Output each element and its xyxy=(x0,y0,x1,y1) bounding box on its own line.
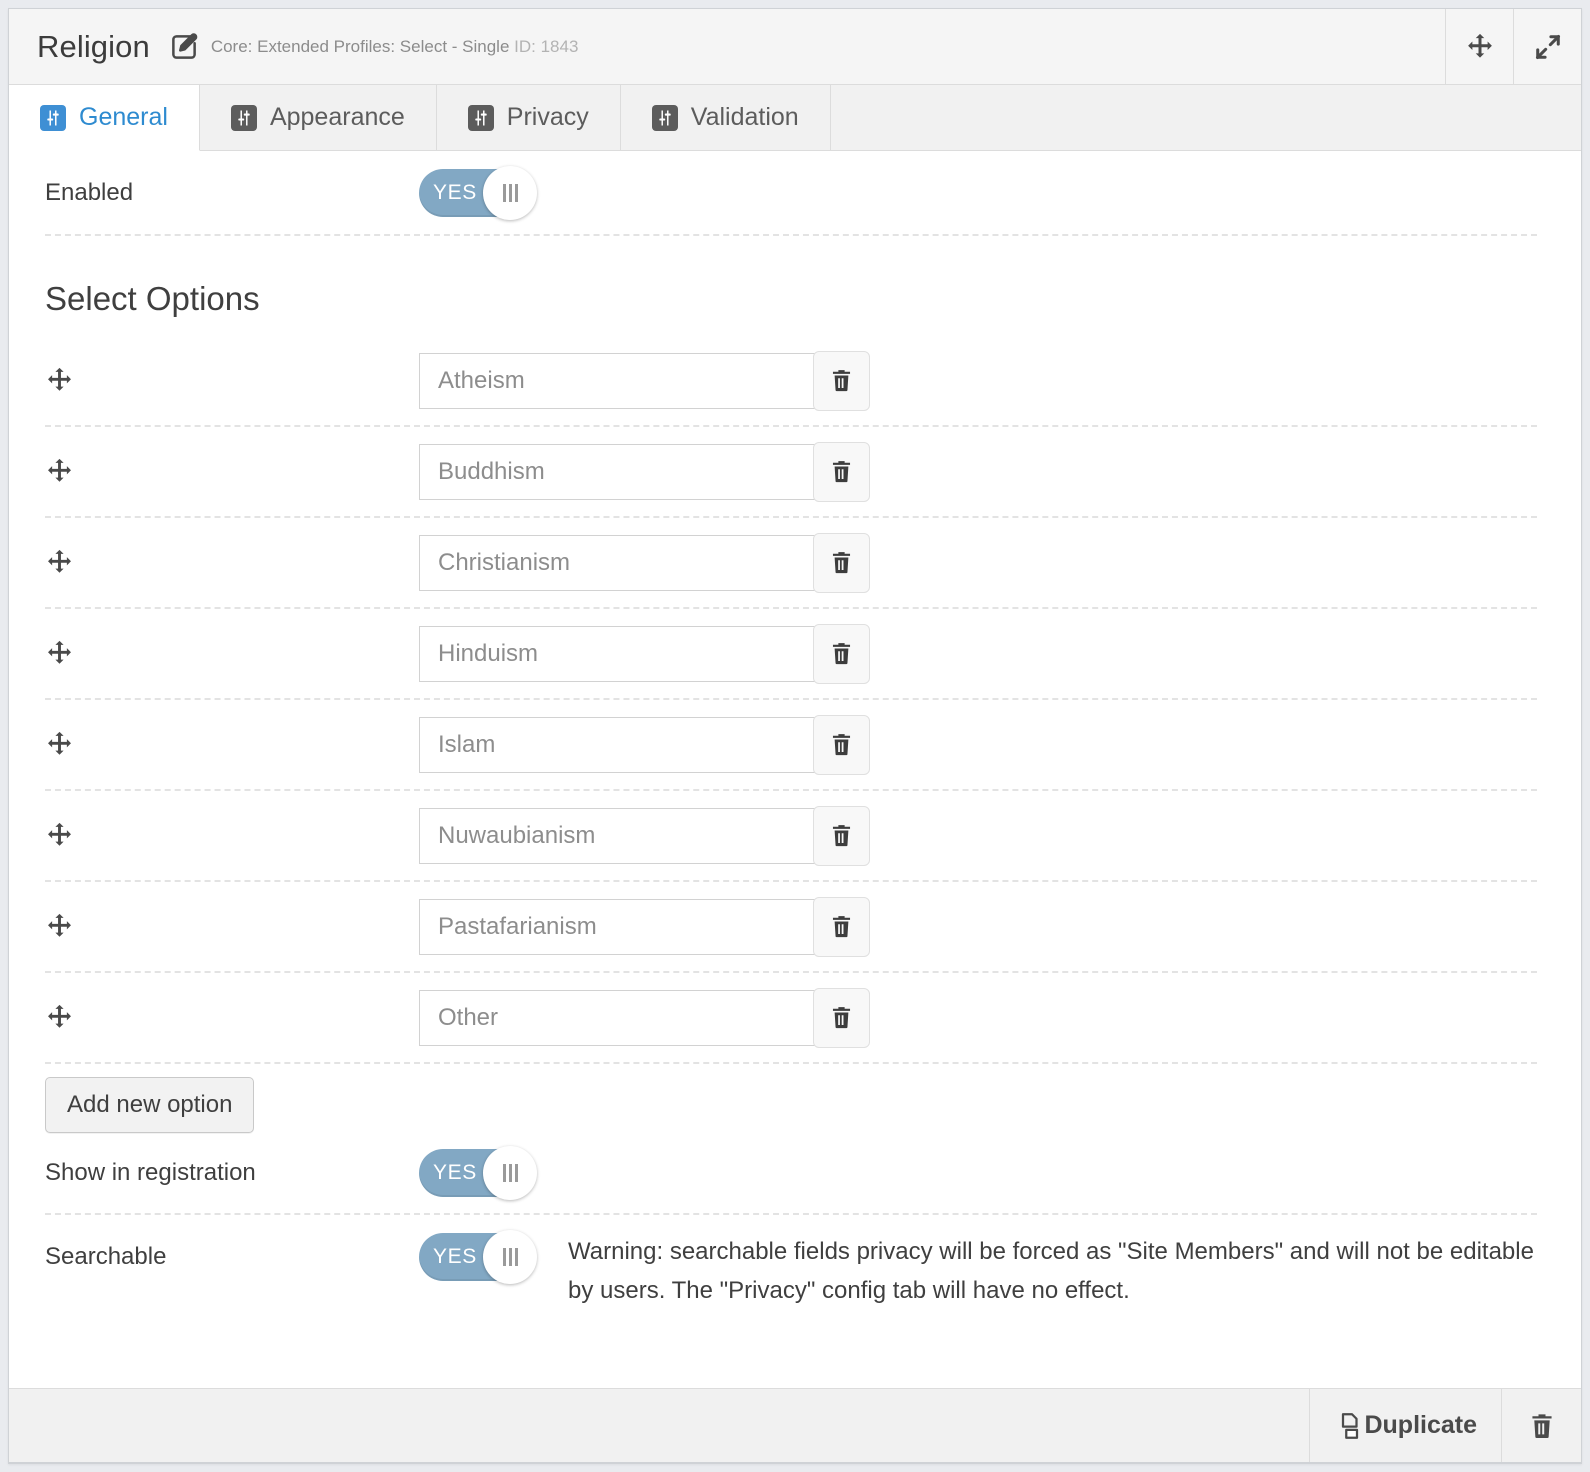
searchable-label: Searchable xyxy=(45,1243,167,1270)
tab-appearance-label: Appearance xyxy=(269,103,405,131)
toggle-knob xyxy=(483,165,537,220)
trash-icon xyxy=(1528,1412,1556,1440)
trash-icon[interactable] xyxy=(813,623,870,684)
select-options-list xyxy=(9,336,1581,1064)
option-input-group xyxy=(419,623,870,684)
option-input-group xyxy=(419,441,870,502)
duplicate-button[interactable]: Duplicate xyxy=(1309,1389,1501,1462)
option-row xyxy=(9,336,1581,425)
sliders-icon xyxy=(467,104,494,131)
move-arrows-icon[interactable] xyxy=(45,730,419,759)
trash-icon[interactable] xyxy=(813,532,870,593)
option-value-input[interactable] xyxy=(419,807,815,864)
trash-icon[interactable] xyxy=(813,441,870,502)
move-arrows-icon[interactable] xyxy=(1445,9,1513,84)
sliders-icon xyxy=(651,104,678,131)
move-arrows-icon[interactable] xyxy=(45,548,419,577)
trash-icon[interactable] xyxy=(813,714,870,775)
general-tab-panel: Enabled YES Select Options Atheism Buddh… xyxy=(9,151,1581,1388)
option-value-input[interactable] xyxy=(419,625,815,682)
move-arrows-icon[interactable] xyxy=(45,1003,419,1032)
move-arrows-icon[interactable] xyxy=(45,366,419,395)
show-in-registration-toggle[interactable]: YES xyxy=(419,1146,537,1200)
enabled-toggle[interactable]: YES xyxy=(419,165,537,220)
panel-header-title-area: Religion Core: Extended Profiles: Select… xyxy=(9,9,1445,84)
field-type-meta: Core: Extended Profiles: Select - Single… xyxy=(211,37,579,57)
toggle-knob xyxy=(483,1146,537,1200)
enabled-row: Enabled YES xyxy=(9,151,1581,234)
tab-validation-label: Validation xyxy=(690,103,799,131)
sliders-icon xyxy=(230,104,257,131)
enabled-label: Enabled xyxy=(45,178,134,206)
searchable-warning-text: Warning: searchable fields privacy will … xyxy=(568,1238,1534,1304)
add-new-option-button[interactable]: Add new option xyxy=(45,1077,255,1133)
option-input-group xyxy=(419,896,870,957)
trash-icon[interactable] xyxy=(813,805,870,866)
sliders-icon xyxy=(40,104,66,131)
trash-icon[interactable] xyxy=(813,987,870,1048)
tab-appearance[interactable]: Appearance xyxy=(199,85,437,150)
panel-header: Religion Core: Extended Profiles: Select… xyxy=(9,9,1581,85)
option-input-group xyxy=(419,714,870,775)
option-value-input[interactable] xyxy=(419,443,815,500)
show-in-registration-label: Show in registration xyxy=(45,1159,256,1186)
trash-icon[interactable] xyxy=(813,350,870,411)
move-arrows-icon[interactable] xyxy=(45,639,419,668)
move-arrows-icon[interactable] xyxy=(45,912,419,941)
option-row xyxy=(9,882,1581,971)
trash-icon[interactable] xyxy=(813,896,870,957)
option-row xyxy=(9,427,1581,516)
option-row xyxy=(9,973,1581,1062)
show-in-registration-row: Show in registration YES xyxy=(9,1133,1581,1213)
section-title: Select Options xyxy=(45,280,260,317)
option-value-input[interactable] xyxy=(419,534,815,591)
move-arrows-icon[interactable] xyxy=(45,457,419,486)
option-value-input[interactable] xyxy=(419,898,815,955)
field-settings-panel: Religion Core: Extended Profiles: Select… xyxy=(8,8,1582,1464)
option-input-group xyxy=(419,987,870,1048)
page-title: Religion xyxy=(37,28,150,64)
option-input-group xyxy=(419,805,870,866)
tab-privacy-label: Privacy xyxy=(506,103,589,131)
searchable-toggle-value: YES xyxy=(433,1245,477,1268)
option-input-group xyxy=(419,350,870,411)
tab-privacy[interactable]: Privacy xyxy=(436,85,621,150)
show-in-registration-toggle-value: YES xyxy=(433,1161,477,1184)
tab-general[interactable]: General xyxy=(9,85,200,151)
edit-pencil-square-icon[interactable] xyxy=(169,32,199,62)
option-row xyxy=(9,791,1581,880)
collapse-arrows-icon[interactable] xyxy=(1513,9,1581,84)
option-row xyxy=(9,518,1581,607)
option-value-input[interactable] xyxy=(419,989,815,1046)
field-type-text: Core: Extended Profiles: Select - Single xyxy=(210,36,510,56)
field-id-text: ID: 1843 xyxy=(514,36,579,56)
delete-field-button[interactable] xyxy=(1501,1389,1581,1462)
toggle-knob xyxy=(483,1230,537,1284)
tab-general-label: General xyxy=(79,103,168,131)
copy-icon xyxy=(1334,1411,1364,1441)
tab-validation[interactable]: Validation xyxy=(620,85,831,150)
option-value-input[interactable] xyxy=(419,716,815,773)
searchable-row: Searchable YES Warning: searchable field… xyxy=(9,1215,1581,1311)
option-row xyxy=(9,609,1581,698)
option-value-input[interactable] xyxy=(419,352,815,409)
settings-tabs: General Appearance Privacy Validation xyxy=(9,85,1581,151)
add-option-row: Add new option xyxy=(9,1064,1581,1133)
option-input-group xyxy=(419,532,870,593)
enabled-toggle-value: YES xyxy=(433,180,477,204)
panel-footer: Duplicate xyxy=(9,1388,1581,1462)
searchable-toggle[interactable]: YES xyxy=(419,1230,537,1284)
move-arrows-icon[interactable] xyxy=(45,821,419,850)
option-row xyxy=(9,700,1581,789)
duplicate-button-label: Duplicate xyxy=(1364,1411,1477,1439)
